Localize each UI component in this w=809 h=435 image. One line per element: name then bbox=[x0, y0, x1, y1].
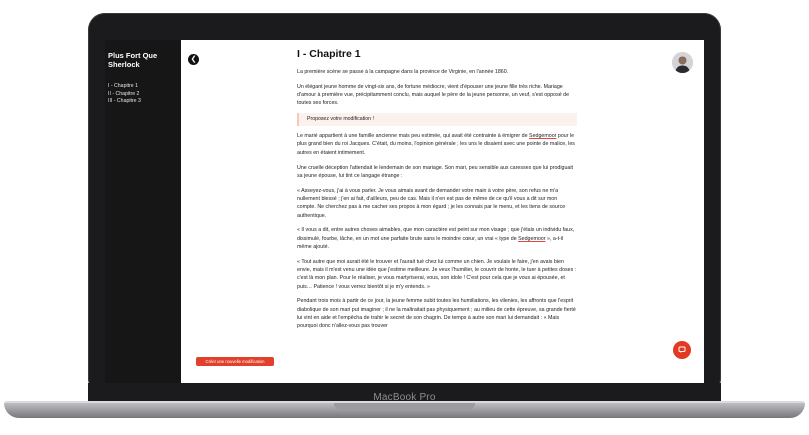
paragraph: « Tout autre que moi aurait été le trouv… bbox=[297, 258, 577, 290]
back-button[interactable]: ❮ bbox=[188, 54, 199, 65]
book-title: Plus Fort Que Sherlock bbox=[108, 51, 158, 69]
app-screen: Plus Fort Que Sherlock I - Chapitre 1 II… bbox=[105, 40, 704, 383]
table-of-contents: I - Chapitre 1 II - Chapitre 2 III - Cha… bbox=[108, 83, 141, 106]
paragraph: La première scène se passe à la campagne… bbox=[297, 69, 509, 75]
comment-icon bbox=[678, 346, 686, 353]
paragraph: Pendant trois mois à partir de ce jour, … bbox=[297, 298, 576, 330]
chevron-left-icon: ❮ bbox=[190, 56, 197, 63]
paragraph: Une cruelle déception l'attendait le len… bbox=[297, 164, 574, 179]
paragraph: « Il vous a dit, entre autres choses aim… bbox=[297, 226, 577, 251]
avatar[interactable] bbox=[672, 52, 693, 73]
paragraph: « Asseyez-vous, j'ai à vous parler. Je v… bbox=[297, 187, 566, 219]
laptop-notch bbox=[334, 403, 475, 410]
sidebar-item-chapter-2[interactable]: II - Chapitre 2 bbox=[108, 91, 141, 99]
create-modification-button[interactable]: Créer une nouvelle modification bbox=[196, 357, 274, 366]
sidebar-item-chapter-1[interactable]: I - Chapitre 1 bbox=[108, 83, 141, 91]
sidebar: Plus Fort Que Sherlock I - Chapitre 1 II… bbox=[105, 40, 181, 383]
chapter-content: I - Chapitre 1 La première scène se pass… bbox=[297, 48, 577, 383]
paragraph: Un élégant jeune homme de vingt-six ans,… bbox=[297, 83, 570, 107]
paragraph: Le marié appartient à une famille ancien… bbox=[297, 132, 577, 157]
sidebar-item-chapter-3[interactable]: III - Chapitre 3 bbox=[108, 98, 141, 106]
chapter-title: I - Chapitre 1 bbox=[297, 48, 361, 60]
highlighted-word[interactable]: Sedgemoor bbox=[518, 236, 545, 242]
comment-button[interactable] bbox=[673, 341, 691, 359]
highlighted-word[interactable]: Sedgemoor bbox=[529, 133, 556, 139]
text-span: Le marié appartient à une famille ancien… bbox=[297, 133, 530, 140]
proposal-callout[interactable]: Proposez votre modification ! bbox=[297, 113, 577, 127]
user-avatar-icon bbox=[672, 52, 693, 73]
macbook-device: Plus Fort Que Sherlock I - Chapitre 1 II… bbox=[0, 0, 809, 435]
